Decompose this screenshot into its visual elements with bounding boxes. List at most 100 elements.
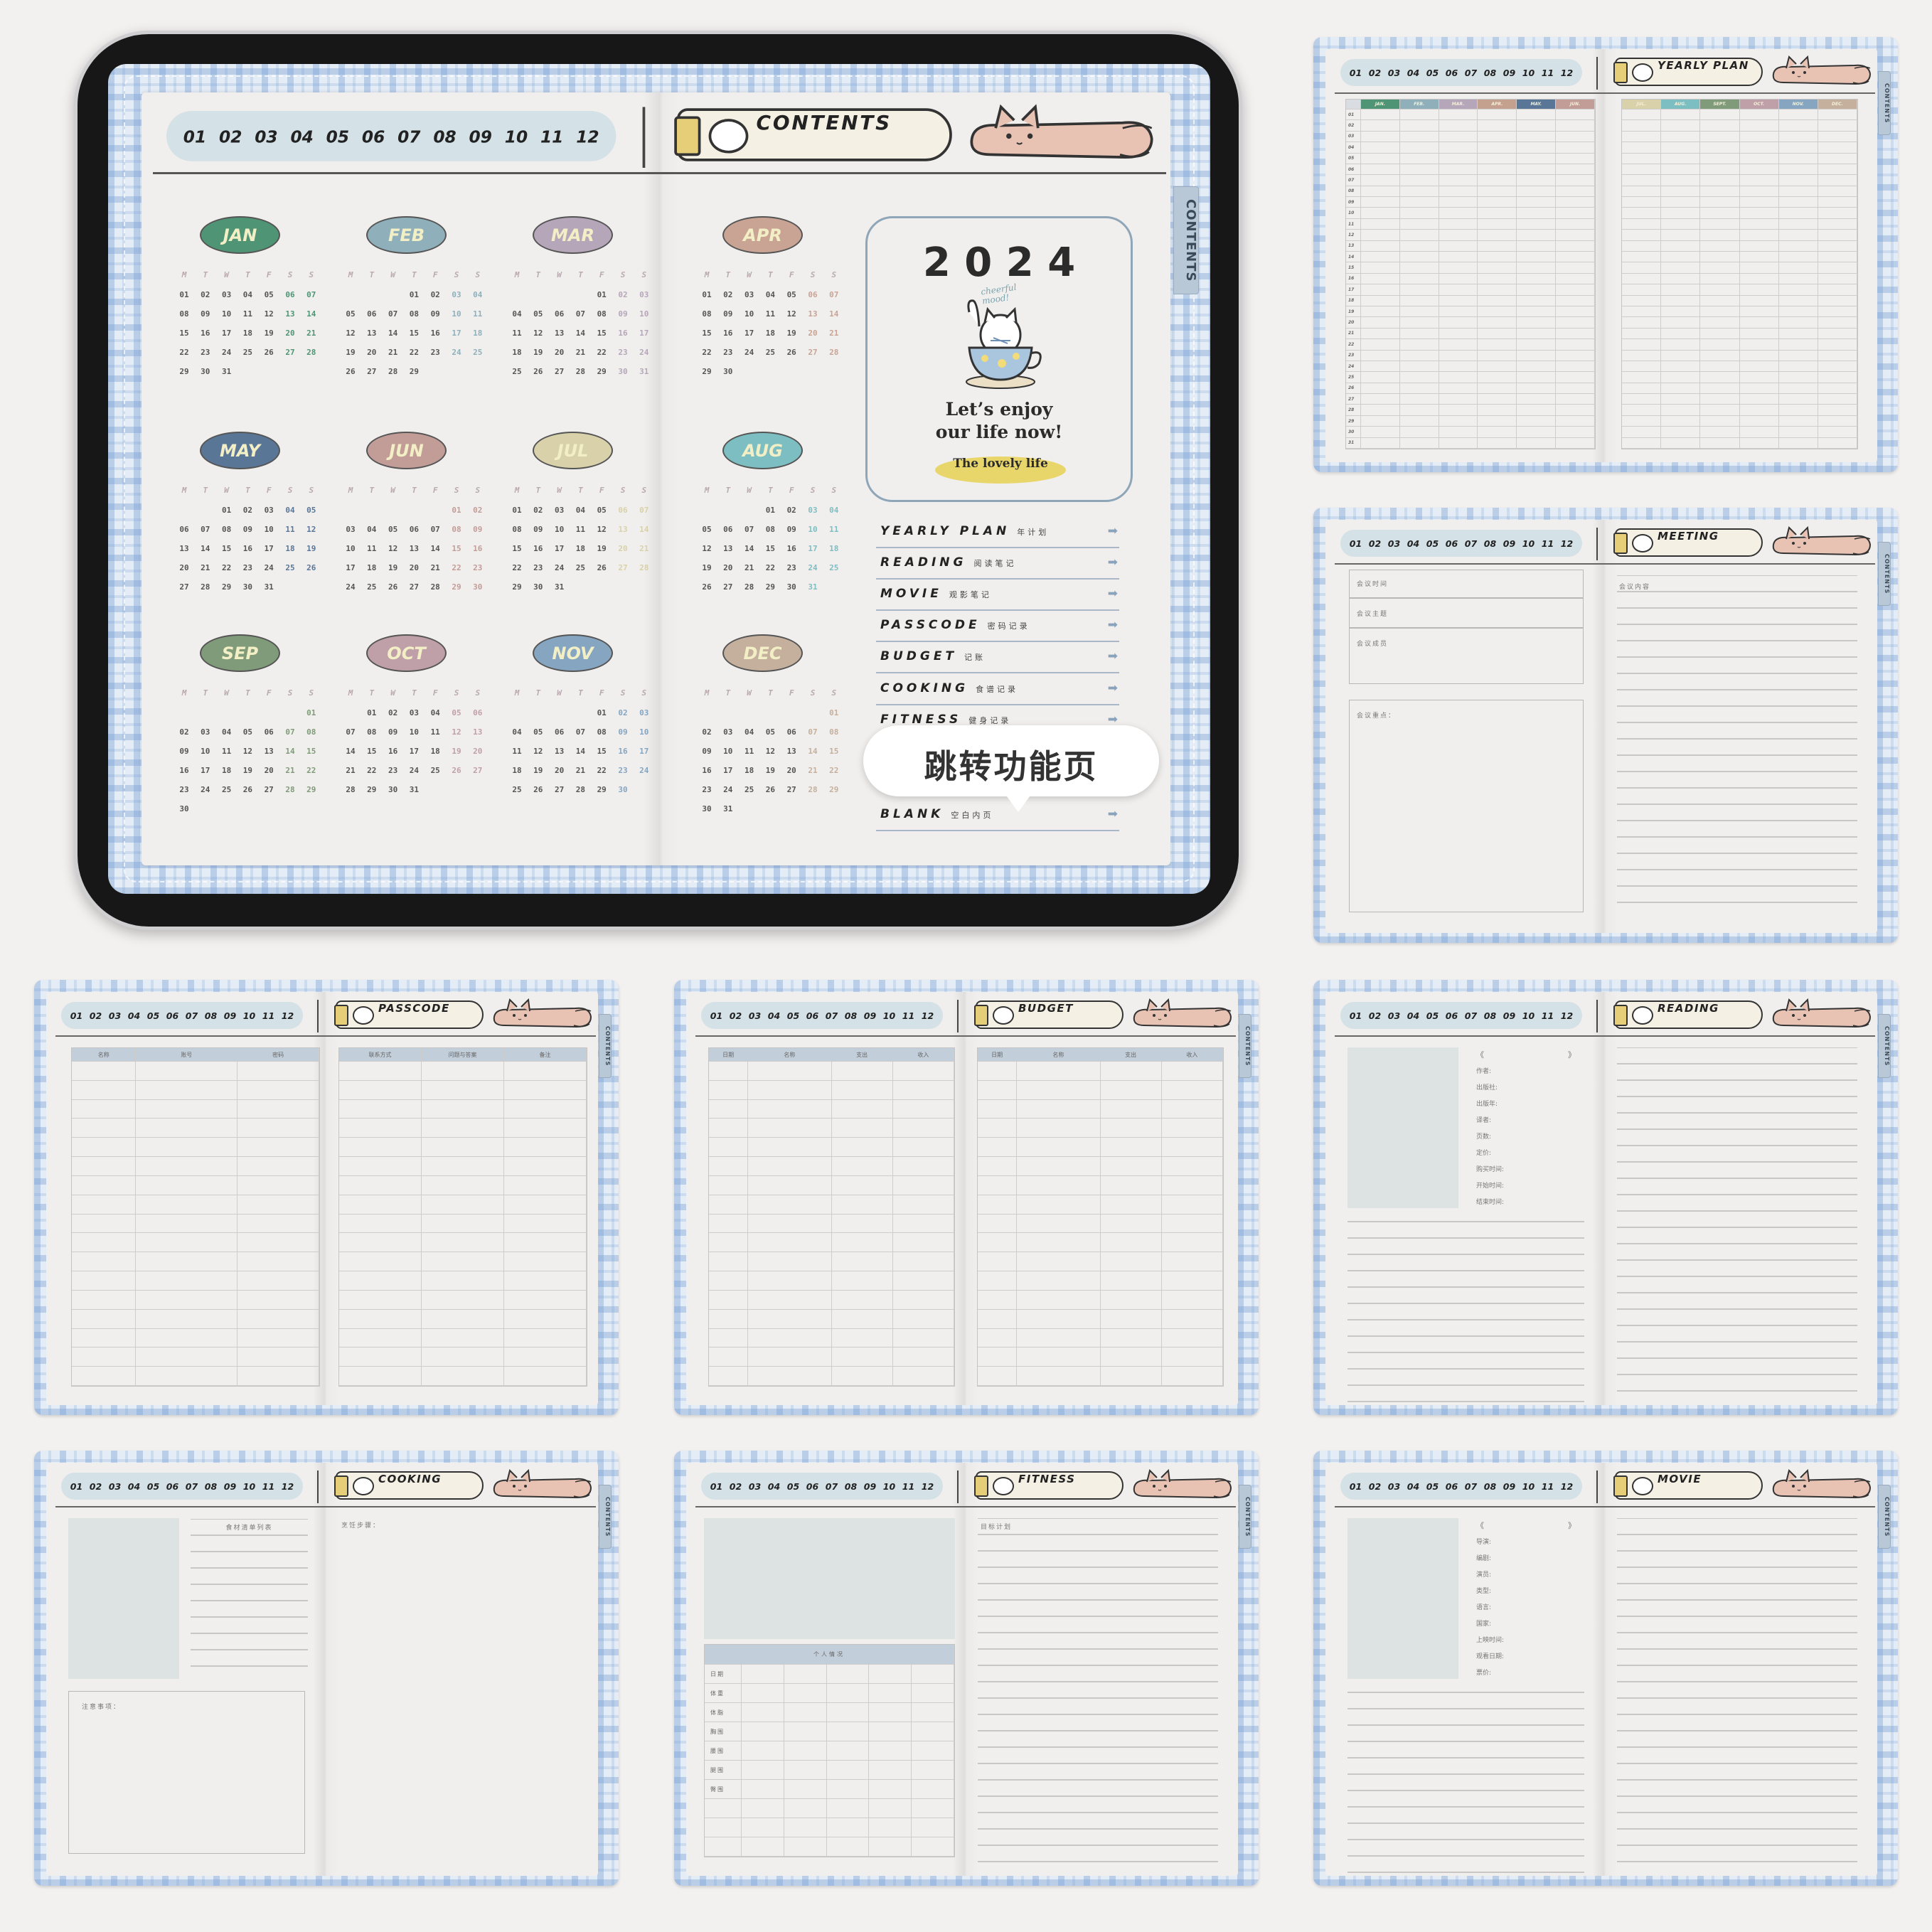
month-tab[interactable]: 09 bbox=[1503, 68, 1515, 78]
table-cell[interactable] bbox=[784, 1837, 827, 1857]
month-tab[interactable]: 03 bbox=[749, 1481, 761, 1492]
table-cell[interactable] bbox=[1556, 339, 1595, 351]
calendar-day[interactable]: 10 bbox=[636, 727, 653, 737]
calendar-day[interactable]: 23 bbox=[720, 348, 737, 357]
table-cell[interactable] bbox=[1399, 252, 1439, 263]
calendar-day[interactable]: 21 bbox=[636, 544, 653, 553]
table-cell[interactable] bbox=[1778, 361, 1818, 373]
calendar-day[interactable]: 04 bbox=[508, 727, 525, 737]
table-cell[interactable] bbox=[1622, 295, 1662, 306]
table-cell[interactable] bbox=[1778, 230, 1818, 241]
table-cell[interactable] bbox=[742, 1722, 784, 1741]
table-cell[interactable] bbox=[339, 1119, 422, 1138]
table-cell[interactable] bbox=[1517, 350, 1557, 361]
calendar-day[interactable]: 29 bbox=[218, 582, 235, 592]
calendar-day[interactable]: 08 bbox=[363, 727, 380, 737]
month-tab[interactable]: 09 bbox=[224, 1010, 236, 1021]
table-cell[interactable] bbox=[1818, 186, 1857, 198]
calendar-day[interactable]: 22 bbox=[448, 563, 465, 572]
table-cell[interactable] bbox=[1661, 175, 1701, 186]
month-tab[interactable]: 04 bbox=[768, 1481, 780, 1492]
table-cell[interactable] bbox=[422, 1138, 504, 1158]
table-cell[interactable] bbox=[72, 1328, 137, 1348]
arrow-right-icon[interactable]: ➡ bbox=[1108, 618, 1118, 632]
calendar-day[interactable]: 17 bbox=[636, 747, 653, 756]
month-tab[interactable]: 12 bbox=[1561, 68, 1573, 78]
table-cell[interactable] bbox=[826, 1818, 870, 1837]
month-tab[interactable]: 08 bbox=[205, 1010, 217, 1021]
table-cell[interactable] bbox=[1622, 273, 1662, 285]
table-cell[interactable] bbox=[136, 1175, 238, 1195]
table-cell[interactable] bbox=[1556, 110, 1595, 121]
table-cell[interactable] bbox=[1700, 415, 1740, 427]
fitness-image-placeholder[interactable] bbox=[704, 1518, 955, 1639]
table-cell[interactable] bbox=[504, 1347, 587, 1367]
month-tab[interactable]: 01 bbox=[70, 1010, 82, 1021]
table-cell[interactable] bbox=[709, 1214, 749, 1234]
calendar-day[interactable]: 26 bbox=[448, 766, 465, 775]
calendar-day[interactable]: 12 bbox=[342, 329, 359, 338]
month-tab[interactable]: 07 bbox=[397, 126, 420, 146]
table-cell[interactable] bbox=[422, 1233, 504, 1253]
calendar-day[interactable]: 06 bbox=[282, 290, 299, 299]
calendar-day[interactable]: 20 bbox=[405, 563, 422, 572]
table-cell[interactable] bbox=[912, 1761, 954, 1780]
table-cell[interactable] bbox=[1556, 120, 1595, 132]
table-cell[interactable] bbox=[1439, 306, 1478, 318]
calendar-day[interactable]: 18 bbox=[239, 329, 256, 338]
spread-fitness[interactable]: CONTENTS 01 02 03 04 05 06 07 08 09 10 11 12 FITNESS 个… bbox=[674, 1451, 1259, 1886]
table-cell[interactable] bbox=[504, 1214, 587, 1234]
table-cell[interactable]: 日期 bbox=[705, 1665, 742, 1684]
table-cell[interactable] bbox=[1439, 339, 1478, 351]
calendar-day[interactable]: 22 bbox=[593, 348, 610, 357]
table-cell[interactable] bbox=[1622, 218, 1662, 230]
table-cell[interactable] bbox=[1100, 1309, 1162, 1329]
month-pill-oct[interactable]: OCT bbox=[366, 634, 447, 672]
table-cell[interactable] bbox=[892, 1328, 954, 1348]
calendar-day[interactable]: 24 bbox=[405, 766, 422, 775]
calendar-day[interactable]: 01 bbox=[363, 708, 380, 717]
calendar-day[interactable]: 14 bbox=[572, 747, 589, 756]
calendar-day[interactable]: 16 bbox=[176, 766, 193, 775]
table-cell[interactable] bbox=[72, 1195, 137, 1215]
table-cell[interactable] bbox=[1399, 415, 1439, 427]
table-cell[interactable] bbox=[1517, 415, 1557, 427]
calendar-day[interactable]: 14 bbox=[197, 544, 214, 553]
calendar-day[interactable]: 10 bbox=[551, 525, 568, 534]
calendar-day[interactable]: 07 bbox=[826, 290, 843, 299]
table-cell[interactable] bbox=[1517, 208, 1557, 219]
table-cell[interactable] bbox=[1661, 372, 1701, 383]
table-cell[interactable] bbox=[826, 1761, 870, 1780]
table-cell[interactable] bbox=[1517, 142, 1557, 154]
calendar-day[interactable]: 22 bbox=[176, 348, 193, 357]
table-cell[interactable] bbox=[1439, 317, 1478, 329]
table-cell[interactable] bbox=[748, 1195, 832, 1215]
table-cell[interactable] bbox=[831, 1252, 893, 1272]
table-cell[interactable] bbox=[1622, 142, 1662, 154]
table-cell[interactable] bbox=[869, 1799, 912, 1818]
table-cell[interactable] bbox=[784, 1722, 827, 1741]
table-cell[interactable] bbox=[72, 1080, 137, 1100]
calendar-day[interactable]: 04 bbox=[572, 506, 589, 515]
table-cell[interactable] bbox=[709, 1233, 749, 1253]
month-tab[interactable]: 08 bbox=[433, 126, 456, 146]
month-tab[interactable]: 12 bbox=[1561, 538, 1573, 549]
table-cell[interactable] bbox=[1399, 218, 1439, 230]
calendar-day[interactable]: 29 bbox=[698, 367, 715, 376]
table-cell[interactable] bbox=[1556, 350, 1595, 361]
calendar-day[interactable]: 18 bbox=[282, 544, 299, 553]
calendar-day[interactable]: 26 bbox=[530, 367, 547, 376]
calendar-day[interactable]: 07 bbox=[282, 727, 299, 737]
table-cell[interactable] bbox=[826, 1703, 870, 1722]
table-cell[interactable] bbox=[136, 1347, 238, 1367]
calendar-day[interactable]: 10 bbox=[636, 309, 653, 319]
calendar-day[interactable]: 27 bbox=[363, 367, 380, 376]
table-cell[interactable] bbox=[831, 1080, 893, 1100]
table-cell[interactable] bbox=[1439, 186, 1478, 198]
calendar-day[interactable]: 05 bbox=[593, 506, 610, 515]
table-cell[interactable] bbox=[504, 1290, 587, 1310]
calendar-day[interactable]: 18 bbox=[508, 766, 525, 775]
table-cell[interactable] bbox=[1399, 295, 1439, 306]
contents-side-tab[interactable]: CONTENTS bbox=[1239, 1014, 1251, 1078]
table-cell[interactable] bbox=[1517, 262, 1557, 274]
